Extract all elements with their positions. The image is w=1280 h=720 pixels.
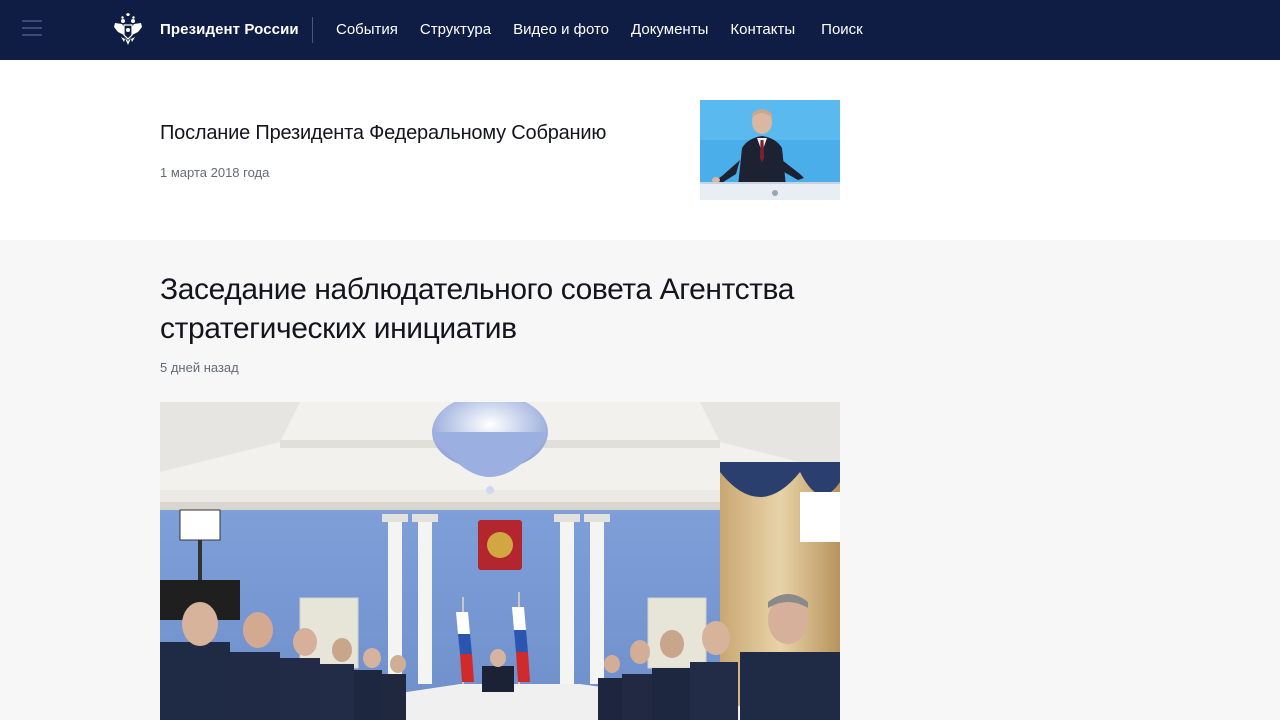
nav-item-events[interactable]: События [336, 21, 398, 38]
news-photo[interactable] [160, 402, 840, 720]
featured-date: 1 марта 2018 года [160, 165, 270, 180]
emblem-icon[interactable] [113, 13, 143, 47]
top-navigation-bar: Президент России События Структура Видео… [0, 0, 1280, 60]
featured-title[interactable]: Послание Президента Федеральному Собрани… [160, 122, 606, 145]
news-date: 5 дней назад [160, 360, 239, 375]
speaker-photo-illustration [700, 100, 840, 200]
featured-card: Послание Президента Федеральному Собрани… [0, 60, 1280, 240]
nav-item-documents[interactable]: Документы [631, 21, 708, 38]
nav-item-video-photo[interactable]: Видео и фото [513, 21, 609, 38]
main-nav: События Структура Видео и фото Документы… [336, 21, 885, 38]
header-divider [312, 17, 313, 43]
search-link[interactable]: Поиск [821, 21, 863, 38]
meeting-hall-illustration [160, 402, 840, 720]
news-title[interactable]: Заседание наблюдательного совета Агентст… [160, 270, 840, 348]
nav-item-contacts[interactable]: Контакты [730, 21, 795, 38]
nav-item-structure[interactable]: Структура [420, 21, 491, 38]
site-name[interactable]: Президент России [160, 21, 299, 38]
featured-thumbnail[interactable] [700, 100, 840, 200]
menu-icon[interactable] [22, 20, 42, 40]
